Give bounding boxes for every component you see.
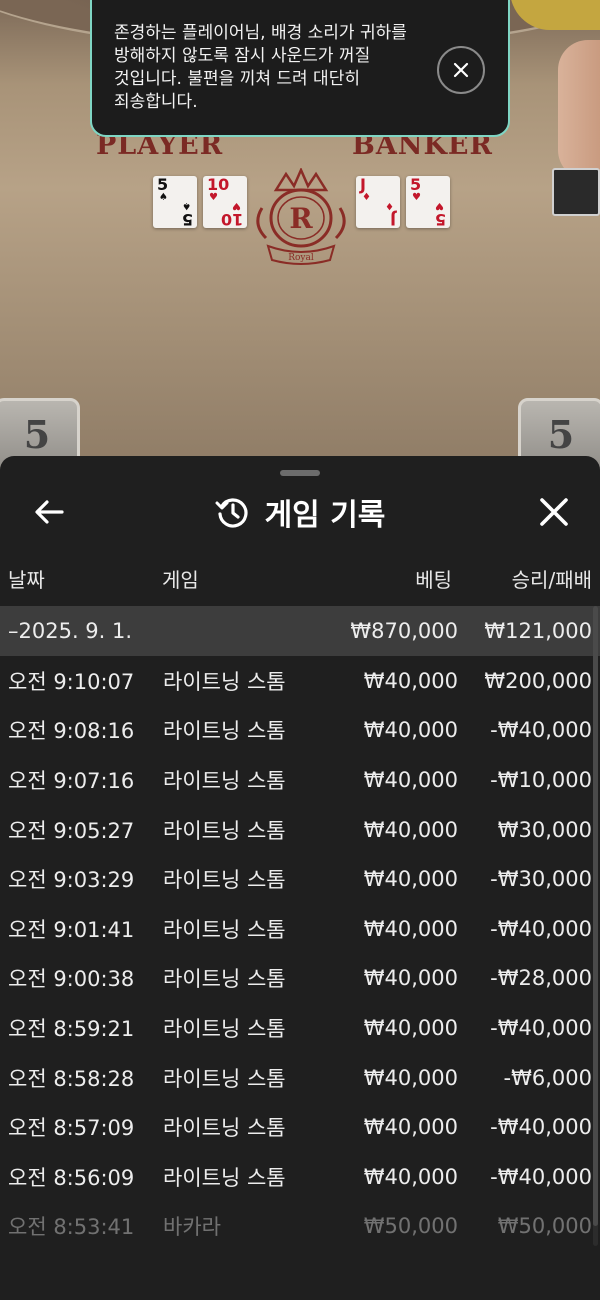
row-bet: ₩40,000 (363, 916, 458, 941)
row-game: 라이트닝 스톰 (163, 719, 286, 744)
column-header-bet: 베팅 (415, 568, 452, 592)
history-table: –2025. 9. 1. ₩870,000 ₩121,000 오전 9:10:0… (0, 606, 600, 1251)
row-bet: ₩40,000 (363, 817, 458, 842)
scrollbar[interactable] (593, 606, 598, 1246)
row-game: 라이트닝 스톰 (163, 967, 286, 992)
sound-notification-toast: 존경하는 플레이어님, 배경 소리가 귀하를 방해하지 않도록 잠시 사운드가 … (90, 0, 510, 137)
card-shoe (552, 168, 600, 216)
toast-message: 존경하는 플레이어님, 배경 소리가 귀하를 방해하지 않도록 잠시 사운드가 … (114, 23, 407, 112)
table-row[interactable]: 오전 9:05:27 라이트닝 스톰 ₩40,000 ₩30,000 (0, 805, 600, 855)
table-row[interactable]: 오전 9:03:29 라이트닝 스톰 ₩40,000 -₩30,000 (0, 854, 600, 904)
summary-bet: ₩870,000 (350, 619, 458, 643)
row-result: -₩40,000 (490, 1115, 592, 1140)
player-card-2: 10 ♥ 10 ♥ (203, 176, 247, 229)
row-game: 라이트닝 스톰 (163, 669, 286, 694)
row-time: 오전 9:03:29 (8, 868, 135, 893)
table-row[interactable]: 오전 8:53:41 바카라 ₩50,000 ₩50,000 (0, 1202, 600, 1252)
row-bet: ₩40,000 (363, 966, 458, 991)
row-game: 라이트닝 스톰 (163, 1116, 286, 1141)
sheet-header: 게임 기록 (0, 484, 600, 540)
date-summary-row[interactable]: –2025. 9. 1. ₩870,000 ₩121,000 (0, 606, 600, 656)
table-row[interactable]: 오전 9:00:38 라이트닝 스톰 ₩40,000 -₩28,000 (0, 954, 600, 1004)
history-icon (215, 498, 248, 528)
banker-card-1: J ♦ J ♦ (356, 176, 400, 229)
row-time: 오전 9:10:07 (8, 669, 135, 694)
arrow-left-icon (35, 500, 64, 524)
scrollbar-thumb[interactable] (593, 606, 598, 1226)
table-row[interactable]: 오전 9:01:41 라이트닝 스톰 ₩40,000 -₩40,000 (0, 904, 600, 954)
row-bet: ₩40,000 (363, 1065, 458, 1090)
row-game: 라이트닝 스톰 (163, 818, 286, 843)
svg-text:Royal: Royal (288, 253, 314, 263)
row-time: 오전 8:53:41 (8, 1215, 135, 1240)
table-row[interactable]: 오전 9:07:16 라이트닝 스톰 ₩40,000 -₩10,000 (0, 755, 600, 805)
row-game: 라이트닝 스톰 (163, 768, 286, 793)
table-row[interactable]: 오전 9:10:07 라이트닝 스톰 ₩40,000 ₩200,000 (0, 656, 600, 706)
row-time: 오전 8:58:28 (8, 1066, 135, 1091)
row-result: -₩40,000 (490, 1164, 592, 1189)
dealer-hand (558, 40, 600, 180)
table-row[interactable]: 오전 8:58:28 라이트닝 스톰 ₩40,000 -₩6,000 (0, 1053, 600, 1103)
row-bet: ₩40,000 (363, 1015, 458, 1040)
toast-close-button[interactable] (437, 46, 485, 94)
row-time: 오전 9:08:16 (8, 719, 135, 744)
summary-date: –2025. 9. 1. (8, 619, 133, 643)
table-row[interactable]: 오전 8:57:09 라이트닝 스톰 ₩40,000 -₩40,000 (0, 1102, 600, 1152)
table-row[interactable]: 오전 9:08:16 라이트닝 스톰 ₩40,000 -₩40,000 (0, 706, 600, 756)
row-time: 오전 9:05:27 (8, 818, 135, 843)
row-result: -₩28,000 (490, 966, 592, 991)
row-result: -₩30,000 (490, 867, 592, 892)
row-game: 바카라 (163, 1215, 221, 1240)
row-result: ₩200,000 (484, 668, 592, 693)
back-button[interactable] (30, 496, 70, 528)
row-time: 오전 9:00:38 (8, 967, 135, 992)
close-button[interactable] (534, 492, 574, 532)
royal-emblem-logo: R Royal (256, 168, 346, 265)
row-bet: ₩40,000 (363, 718, 458, 743)
row-bet: ₩40,000 (363, 668, 458, 693)
row-time: 오전 8:57:09 (8, 1116, 135, 1141)
row-result: -₩10,000 (490, 767, 592, 792)
summary-result: ₩121,000 (484, 619, 592, 643)
row-game: 라이트닝 스톰 (163, 1066, 286, 1091)
sheet-drag-handle[interactable] (280, 470, 320, 476)
row-time: 오전 8:59:21 (8, 1016, 135, 1041)
svg-text:R: R (289, 202, 313, 235)
row-bet: ₩50,000 (363, 1214, 458, 1239)
row-bet: ₩40,000 (363, 767, 458, 792)
close-icon (540, 498, 568, 526)
player-card-1: 5 ♠ 5 ♠ (153, 176, 197, 229)
row-result: ₩50,000 (497, 1214, 592, 1239)
row-bet: ₩40,000 (363, 1115, 458, 1140)
table-row[interactable]: 오전 8:59:21 라이트닝 스톰 ₩40,000 -₩40,000 (0, 1003, 600, 1053)
close-icon (453, 62, 469, 78)
page-title: 게임 기록 (264, 498, 386, 533)
row-game: 라이트닝 스톰 (163, 1016, 286, 1041)
row-result: -₩40,000 (490, 916, 592, 941)
row-game: 라이트닝 스톰 (163, 917, 286, 942)
row-game: 라이트닝 스톰 (163, 868, 286, 893)
game-history-sheet: 게임 기록 날짜 게임 베팅 승리/패배 –2025. 9. 1. ₩870,0… (0, 456, 600, 1300)
row-bet: ₩40,000 (363, 1164, 458, 1189)
row-result: -₩6,000 (503, 1065, 592, 1090)
row-result: ₩30,000 (497, 817, 592, 842)
row-time: 오전 9:01:41 (8, 917, 135, 942)
row-game: 라이트닝 스톰 (163, 1165, 286, 1190)
column-header-result: 승리/패배 (511, 568, 592, 592)
row-time: 오전 8:56:09 (8, 1165, 135, 1190)
sheet-title-group: 게임 기록 (0, 484, 600, 540)
column-header-game: 게임 (162, 568, 199, 592)
table-row[interactable]: 오전 8:56:09 라이트닝 스톰 ₩40,000 -₩40,000 (0, 1152, 600, 1202)
row-time: 오전 9:07:16 (8, 768, 135, 793)
column-header-date: 날짜 (8, 568, 45, 592)
banker-card-2: 5 ♥ 5 ♥ (406, 176, 450, 229)
row-result: -₩40,000 (490, 718, 592, 743)
row-bet: ₩40,000 (363, 867, 458, 892)
row-result: -₩40,000 (490, 1015, 592, 1040)
